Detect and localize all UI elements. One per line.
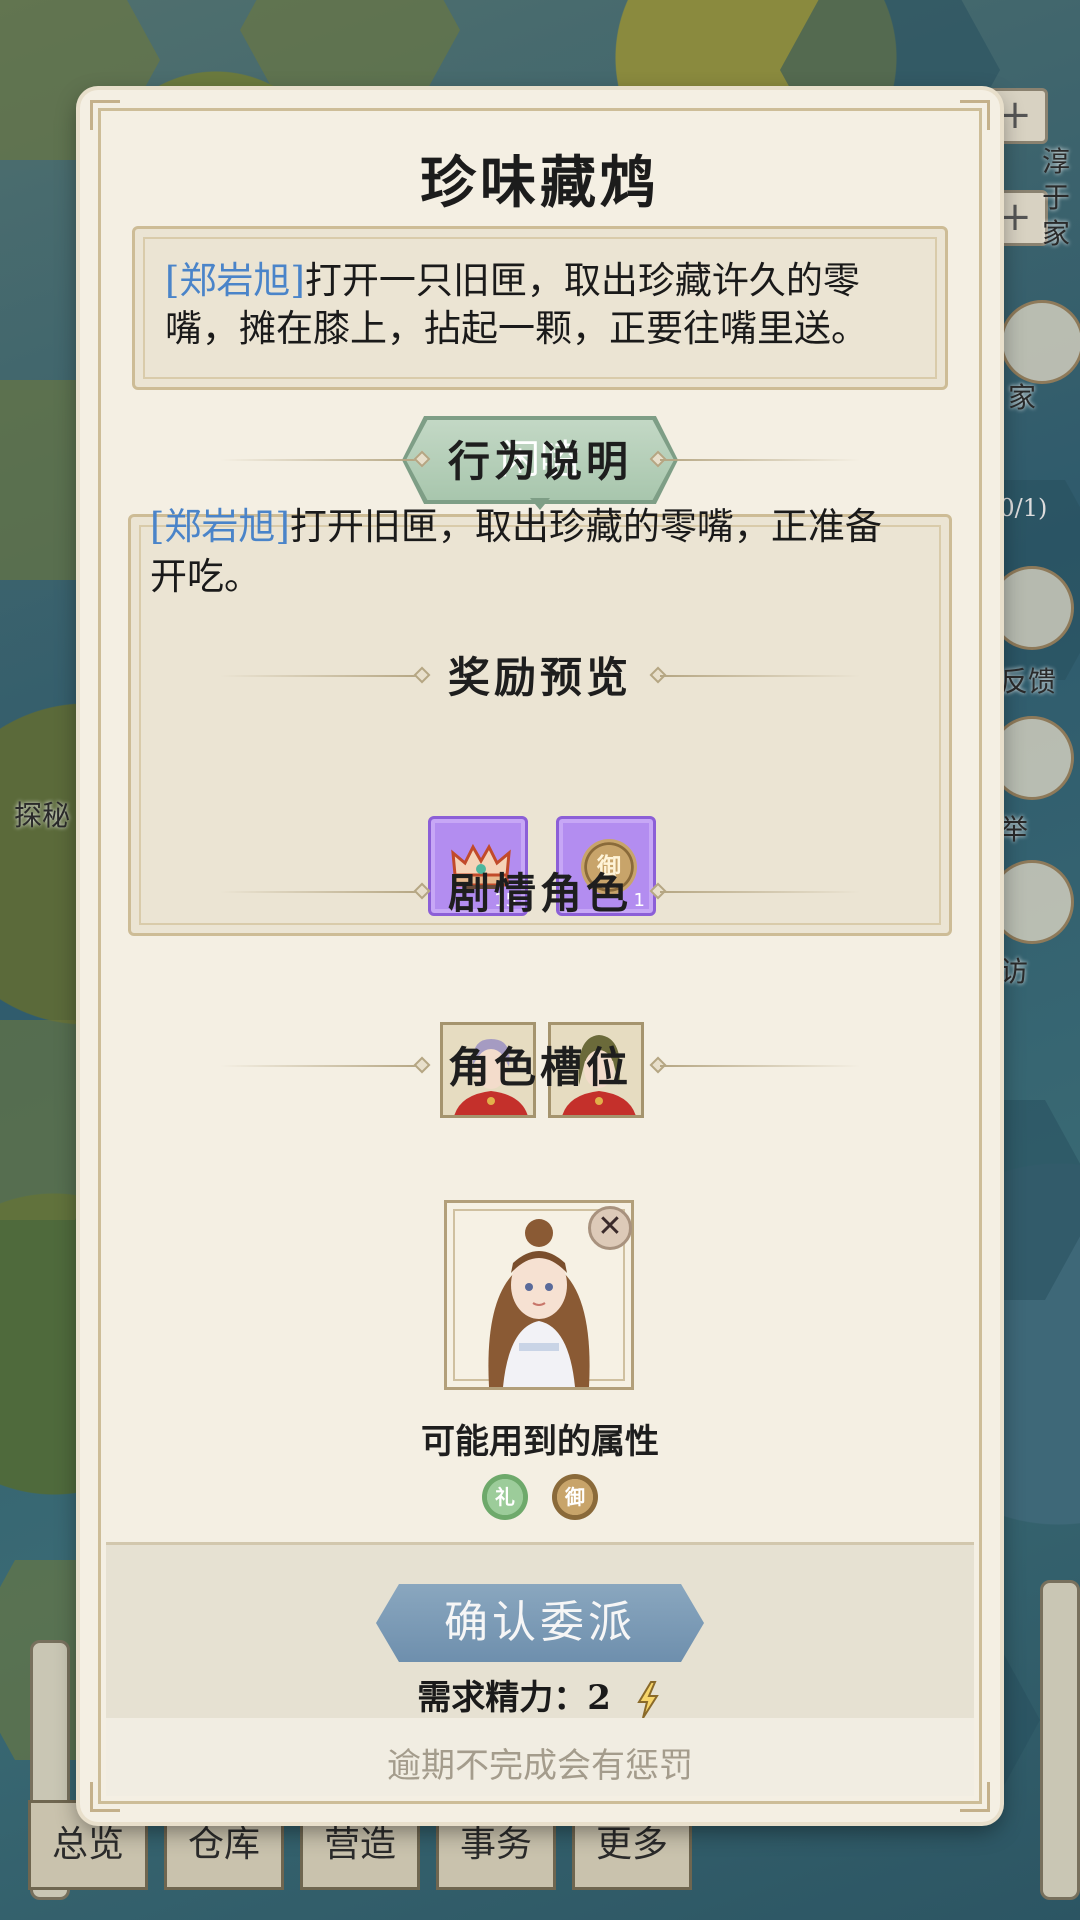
reward-heading-text: 奖励预览 xyxy=(447,653,632,702)
family-label-2: 于 xyxy=(1042,181,1071,214)
visit-button[interactable] xyxy=(990,860,1074,944)
report-label: 举 xyxy=(1000,813,1029,846)
story-roles-heading: 剧情角色 xyxy=(80,860,1000,921)
behavior-heading: 行为说明 xyxy=(80,428,1000,489)
visit-label: 访 xyxy=(1000,955,1029,988)
family-button-label: 家 xyxy=(1008,381,1037,414)
reward-heading: 奖励预览 xyxy=(80,644,1000,705)
family-label-1: 淳 xyxy=(1042,145,1071,178)
role-slot-heading-text: 角色槽位 xyxy=(447,1043,632,1092)
confirm-assign-button[interactable]: 确认委派 xyxy=(376,1584,704,1662)
story-roles-heading-text: 剧情角色 xyxy=(447,869,632,918)
behavior-character-name[interactable]: [郑岩旭] xyxy=(150,505,290,548)
behavior-heading-text: 行为说明 xyxy=(447,437,632,486)
role-slot-heading: 角色槽位 xyxy=(80,1034,1000,1095)
penalty-notice: 逾期不完成会有惩罚 xyxy=(387,1746,693,1786)
family-map-button[interactable] xyxy=(1000,300,1080,384)
feedback-button[interactable] xyxy=(990,566,1074,650)
family-label-3: 家 xyxy=(1042,217,1071,250)
character-name[interactable]: [郑岩旭] xyxy=(165,259,305,302)
right-scroll-decoration xyxy=(1040,1580,1080,1900)
energy-label: 需求精力： xyxy=(417,1678,588,1718)
close-icon: ✕ xyxy=(597,1209,623,1244)
dialog-title: 珍味藏鸩 xyxy=(420,150,660,216)
corner-ornament xyxy=(90,100,120,130)
corner-ornament xyxy=(960,100,990,130)
story-box: [郑岩旭]打开一只旧匣，取出珍藏许久的零嘴，摊在膝上，拈起一颗，正要往嘴里送。 xyxy=(132,226,948,390)
event-dialog: 珍味藏鸩 [郑岩旭]打开一只旧匣，取出珍藏许久的零嘴，摊在膝上，拈起一颗，正要往… xyxy=(80,90,1000,1822)
lightning-icon xyxy=(636,1681,659,1719)
report-button[interactable] xyxy=(990,716,1074,800)
attribute-li-icon[interactable]: 礼 xyxy=(482,1474,528,1520)
feedback-label: 反馈 xyxy=(1000,665,1057,698)
attribute-yu-icon[interactable]: 御 xyxy=(552,1474,598,1520)
attributes-heading: 可能用到的属性 xyxy=(421,1422,659,1462)
explore-label[interactable]: 探秘 xyxy=(14,794,70,834)
energy-value: 2 xyxy=(587,1678,611,1718)
energy-requirement: 需求精力：2 xyxy=(80,1670,1000,1720)
behavior-description: [郑岩旭]打开旧匣，取出珍藏的零嘴，正准备开吃。 xyxy=(150,502,890,602)
remove-role-button[interactable]: ✕ xyxy=(588,1206,632,1250)
